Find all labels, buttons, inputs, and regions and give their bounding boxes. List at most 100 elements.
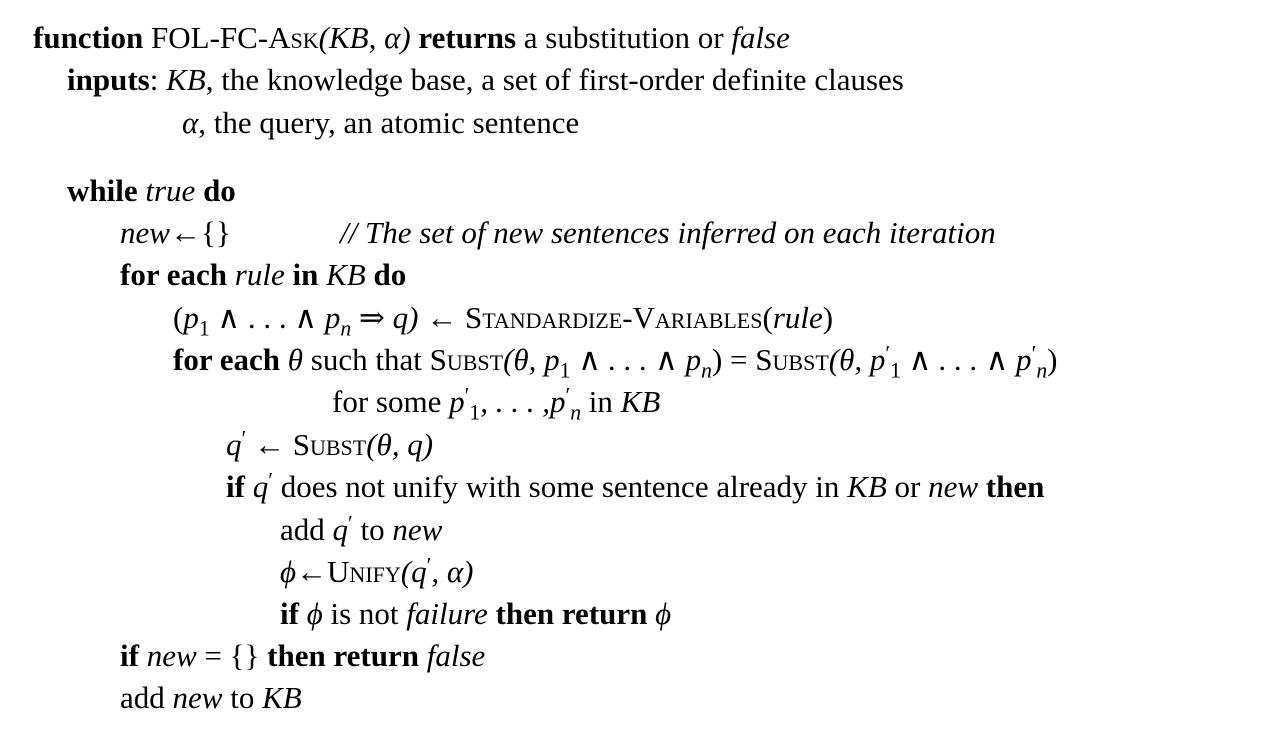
unify-fn: Unify (327, 554, 401, 589)
subst-fn: Subst (429, 342, 504, 377)
subst-args-1: (θ, p (503, 342, 560, 377)
for-some: for some (332, 384, 450, 419)
q-prime-assign-line: q′ ← Subst(θ, q) (226, 427, 433, 463)
sub-n: n (340, 316, 352, 341)
comment-line: // The set of new sentences inferred on … (340, 215, 996, 250)
paren-close: ) (1047, 342, 1058, 377)
var-theta: θ (287, 342, 304, 377)
new-assignment: ←{} (169, 215, 231, 250)
inputs-alpha-line: α, the query, an atomic sentence (182, 105, 579, 141)
if-new-empty-line: if new = {} then return false (120, 638, 485, 674)
assign-arrow: ← (418, 300, 465, 335)
failure-word: failure (406, 596, 488, 631)
in-word: in (581, 384, 621, 419)
sub-n: n (1036, 358, 1048, 383)
for-some-line: for some p′1, . . . ,p′n in KB (332, 384, 661, 423)
assign-arrow: ← (296, 554, 328, 589)
var-new: new (392, 512, 443, 547)
and-dots: ∧ . . . ∧ (209, 300, 325, 335)
new-init-line: new←{} (120, 215, 231, 251)
sub-one: 1 (559, 358, 571, 383)
while-loop-header: while true do (67, 173, 236, 209)
var-kb: KB (847, 469, 887, 504)
implies-q: ⇒ q) (351, 300, 419, 335)
var-rule: rule (234, 257, 285, 292)
while-condition: true (145, 173, 196, 208)
p-n: p (324, 300, 341, 335)
keyword-for-each: for each (173, 342, 281, 377)
var-kb: KB (326, 257, 366, 292)
var-q: q (332, 512, 349, 547)
add-new-line: add new to KB (120, 680, 302, 716)
subst-q-args: (θ, q) (366, 427, 434, 462)
input-alpha-description: , the query, an atomic sentence (198, 105, 580, 140)
inputs-label: inputs (67, 62, 150, 97)
paren-open: ( (173, 300, 184, 335)
keyword-in: in (292, 257, 319, 292)
var-q: q (252, 469, 269, 504)
function-signature: function FOL-FC-Ask(KB, α) returns a sub… (33, 20, 790, 56)
for-each-theta-line: for each θ such that Subst(θ, p1 ∧ . . .… (173, 342, 1058, 381)
p-one: p (183, 300, 199, 335)
unify-args-close: , α) (431, 554, 474, 589)
equals: ) = (711, 342, 756, 377)
or-word: or (886, 469, 929, 504)
unify-condition: does not unify with some sentence alread… (272, 469, 848, 504)
keyword-then: then (985, 469, 1045, 504)
var-phi: ϕ (280, 554, 297, 589)
unify-args-open: (q (400, 554, 427, 589)
sub-one: 1 (890, 358, 901, 383)
arg-open: ( (762, 300, 773, 335)
phi-assign-line: ϕ←Unify(q′, α) (280, 554, 473, 590)
keyword-then-return: then return (267, 638, 419, 673)
var-new: new (928, 469, 979, 504)
to-word: to (352, 512, 393, 547)
for-each-rule-line: for each rule in KB do (120, 257, 406, 293)
sub-one: 1 (469, 400, 481, 425)
add-q-line: add q′ to new (280, 512, 442, 548)
keyword-function: function (33, 20, 144, 55)
to-word: to (222, 680, 263, 715)
keyword-if: if (120, 638, 139, 673)
var-new: new (146, 638, 197, 673)
dots-and: ∧ . . . ∧ p (900, 342, 1032, 377)
such-that: such that (303, 342, 430, 377)
if-unify-line: if q′ does not unify with some sentence … (226, 469, 1044, 505)
false-word: false (426, 638, 486, 673)
add-word: add (120, 680, 173, 715)
p-prime-1: p (449, 384, 465, 419)
sub-n: n (701, 358, 712, 383)
assign-arrow: ← (246, 427, 293, 462)
standardize-fn: Standardize-Variables (464, 300, 763, 335)
var-phi: ϕ (306, 596, 323, 631)
add-word: add (280, 512, 333, 547)
if-phi-line: if ϕ is not failure then return ϕ (280, 596, 671, 632)
return-description: a substitution or (523, 20, 724, 55)
function-name: FOL-FC-Ask (151, 20, 319, 55)
var-kb: KB (620, 384, 661, 419)
var-phi: ϕ (655, 596, 672, 631)
subst-fn: Subst (292, 427, 367, 462)
arg-rule: rule (772, 300, 823, 335)
subst-args-2: (θ, p (828, 342, 886, 377)
keyword-while: while (67, 173, 138, 208)
sub-one: 1 (198, 316, 210, 341)
keyword-for-each: for each (120, 257, 228, 292)
dots-comma: , . . . , (480, 384, 550, 419)
is-not: is not (322, 596, 407, 631)
equals-empty: = {} (196, 638, 260, 673)
sub-n: n (570, 400, 582, 425)
keyword-then-return: then return (495, 596, 648, 631)
input-kb-name: KB (166, 62, 206, 97)
input-kb-description: , the knowledge base, a set of first-ord… (205, 62, 904, 97)
input-alpha-name: α (182, 105, 199, 140)
p-prime-n: p (549, 384, 566, 419)
var-q: q (226, 427, 242, 462)
var-new: new (120, 215, 170, 250)
var-kb: KB (262, 680, 302, 715)
dots-and: ∧ . . . ∧ p (570, 342, 702, 377)
keyword-if: if (280, 596, 299, 631)
return-false: false (731, 20, 790, 55)
keyword-do: do (373, 257, 407, 292)
keyword-do: do (203, 173, 236, 208)
